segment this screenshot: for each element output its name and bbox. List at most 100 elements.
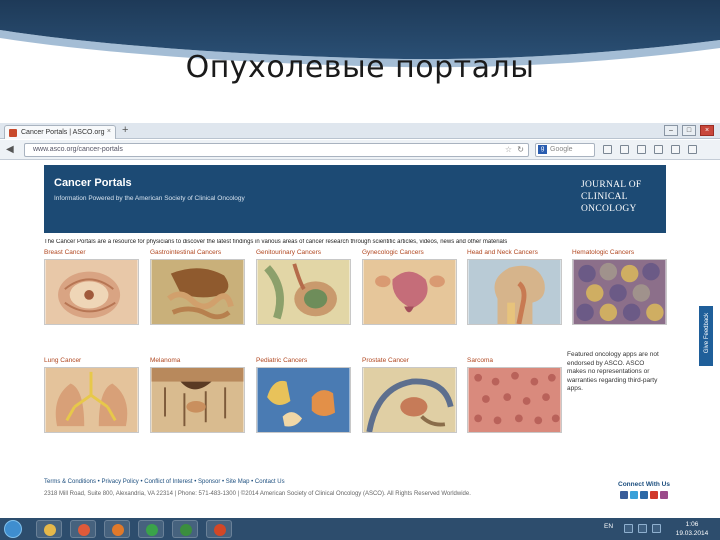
give-feedback-label: Give Feedback xyxy=(704,312,710,354)
footer-links[interactable]: Terms & Conditions • Privacy Policy • Co… xyxy=(44,479,285,485)
portal-label[interactable]: Head and Neck Cancers xyxy=(467,249,562,259)
hematologic-illustration-image[interactable] xyxy=(572,259,667,325)
tray-flag-icon[interactable] xyxy=(624,524,633,533)
portal-header: Cancer Portals Information Powered by th… xyxy=(44,165,666,233)
taskbar-torrent[interactable] xyxy=(172,520,198,538)
system-clock[interactable]: 1:06 19.03.2014 xyxy=(672,520,712,538)
menu-icon[interactable] xyxy=(688,145,697,154)
portal-header-title: Cancer Portals xyxy=(54,177,132,189)
new-tab-button[interactable]: + xyxy=(122,124,128,136)
clock-date: 19.03.2014 xyxy=(675,530,709,537)
download-icon[interactable] xyxy=(637,145,646,154)
home-icon[interactable] xyxy=(654,145,663,154)
portal-melanoma[interactable]: Melanoma xyxy=(150,357,245,433)
lung-illustration-image[interactable] xyxy=(44,367,139,433)
powerpoint-icon xyxy=(214,524,226,536)
search-placeholder: Google xyxy=(550,146,573,153)
portal-label[interactable]: Hematologic Cancers xyxy=(572,249,667,259)
portal-label[interactable]: Melanoma xyxy=(150,357,245,367)
facebook-icon[interactable] xyxy=(620,491,628,499)
taskbar-powerpoint[interactable] xyxy=(206,520,232,538)
reload-icon[interactable]: ↻ xyxy=(517,145,524,154)
search-engine-icon[interactable]: g xyxy=(538,145,547,154)
slide: Опухолевые порталы Cancer Portals | ASCO… xyxy=(0,0,720,540)
portal-pediatric-cancers[interactable]: Pediatric Cancers xyxy=(256,357,351,433)
favicon-icon xyxy=(9,129,17,137)
linkedin-icon[interactable] xyxy=(640,491,648,499)
portal-breast-cancer[interactable]: Breast Cancer xyxy=(44,249,139,325)
pediatric-illustration-image[interactable] xyxy=(256,367,351,433)
start-button[interactable] xyxy=(4,520,22,538)
back-arrow-icon[interactable]: ◀ xyxy=(6,144,14,155)
clock-time: 1:06 xyxy=(685,521,699,528)
prostate-illustration-image[interactable] xyxy=(362,367,457,433)
portal-head-and-neck-cancers[interactable]: Head and Neck Cancers xyxy=(467,249,562,325)
sarcoma-illustration-image[interactable] xyxy=(467,367,562,433)
give-feedback-button[interactable]: Give Feedback xyxy=(699,306,713,366)
portal-label[interactable]: Gynecologic Cancers xyxy=(362,249,457,259)
gastrointestinal-illustration-image[interactable] xyxy=(150,259,245,325)
portal-lung-cancer[interactable]: Lung Cancer xyxy=(44,357,139,433)
volume-icon[interactable] xyxy=(652,524,661,533)
portal-label[interactable]: Prostate Cancer xyxy=(362,357,457,367)
folder-icon xyxy=(44,524,56,536)
melanoma-illustration-image[interactable] xyxy=(150,367,245,433)
chrome-icon xyxy=(146,524,158,536)
taskbar-explorer[interactable] xyxy=(36,520,62,538)
footer-copyright: 2318 Mill Road, Suite 800, Alexandria, V… xyxy=(44,491,471,497)
network-icon[interactable] xyxy=(638,524,647,533)
taskbar-firefox[interactable] xyxy=(104,520,130,538)
search-icon[interactable] xyxy=(603,145,612,154)
web-page: Cancer Portals Information Powered by th… xyxy=(0,161,713,518)
journal-logo-line: JOURNAL OF xyxy=(581,180,642,190)
breast-illustration-image[interactable] xyxy=(44,259,139,325)
portal-sarcoma[interactable]: Sarcoma xyxy=(467,357,562,433)
portal-label[interactable]: Lung Cancer xyxy=(44,357,139,367)
torrent-icon xyxy=(180,524,192,536)
maximize-button[interactable]: □ xyxy=(682,125,696,136)
navigation-bar: ◀ www.asco.org/cancer-portals ☆ ↻ g Goog… xyxy=(0,140,720,160)
head-and-neck-illustration-image[interactable] xyxy=(467,259,562,325)
search-input[interactable]: g Google xyxy=(535,143,595,157)
browser-window: Cancer Portals | ASCO.org × + – □ × ◀ ww… xyxy=(0,123,720,518)
bookmarks-icon[interactable] xyxy=(620,145,629,154)
tray-language[interactable]: EN xyxy=(604,523,613,530)
tab-title: Cancer Portals | ASCO.org xyxy=(21,129,105,136)
minimize-button[interactable]: – xyxy=(664,125,678,136)
media-player-icon xyxy=(78,524,90,536)
journal-logo-line: ONCOLOGY xyxy=(581,204,637,214)
portal-label[interactable]: Breast Cancer xyxy=(44,249,139,259)
portal-label[interactable]: Genitourinary Cancers xyxy=(256,249,351,259)
taskbar: EN 1:06 19.03.2014 xyxy=(0,518,720,540)
portal-hematologic-cancers[interactable]: Hematologic Cancers xyxy=(572,249,667,325)
journal-logo-line: CLINICAL xyxy=(581,192,628,202)
url-text: www.asco.org/cancer-portals xyxy=(33,146,123,153)
slide-title: Опухолевые порталы xyxy=(185,50,535,85)
tab-bar: Cancer Portals | ASCO.org × + – □ × xyxy=(0,123,720,139)
bookmark-star-icon[interactable]: ☆ xyxy=(505,145,512,154)
portal-gastrointestinal-cancers[interactable]: Gastrointestinal Cancers xyxy=(150,249,245,325)
connect-heading: Connect With Us xyxy=(618,481,670,488)
gynecologic-illustration-image[interactable] xyxy=(362,259,457,325)
journal-logo[interactable]: JOURNAL OF CLINICAL ONCOLOGY xyxy=(581,179,656,215)
close-window-button[interactable]: × xyxy=(700,125,714,136)
twitter-icon[interactable] xyxy=(630,491,638,499)
address-bar[interactable]: www.asco.org/cancer-portals ☆ ↻ xyxy=(24,143,529,157)
firefox-icon xyxy=(112,524,124,536)
browser-tab[interactable]: Cancer Portals | ASCO.org × xyxy=(4,125,116,139)
portal-label[interactable]: Pediatric Cancers xyxy=(256,357,351,367)
portal-label[interactable]: Gastrointestinal Cancers xyxy=(150,249,245,259)
portal-gynecologic-cancers[interactable]: Gynecologic Cancers xyxy=(362,249,457,325)
taskbar-media[interactable] xyxy=(70,520,96,538)
genitourinary-illustration-image[interactable] xyxy=(256,259,351,325)
taskbar-chrome[interactable] xyxy=(138,520,164,538)
rss-icon[interactable] xyxy=(660,491,668,499)
portal-label[interactable]: Sarcoma xyxy=(467,357,562,367)
addon-icon[interactable] xyxy=(671,145,680,154)
tab-close-icon[interactable]: × xyxy=(107,128,111,135)
youtube-icon[interactable] xyxy=(650,491,658,499)
portal-prostate-cancer[interactable]: Prostate Cancer xyxy=(362,357,457,433)
portal-header-subtitle: Information Powered by the American Soci… xyxy=(54,195,245,202)
portal-genitourinary-cancers[interactable]: Genitourinary Cancers xyxy=(256,249,351,325)
intro-text: The Cancer Portals are a resource for ph… xyxy=(44,239,508,245)
